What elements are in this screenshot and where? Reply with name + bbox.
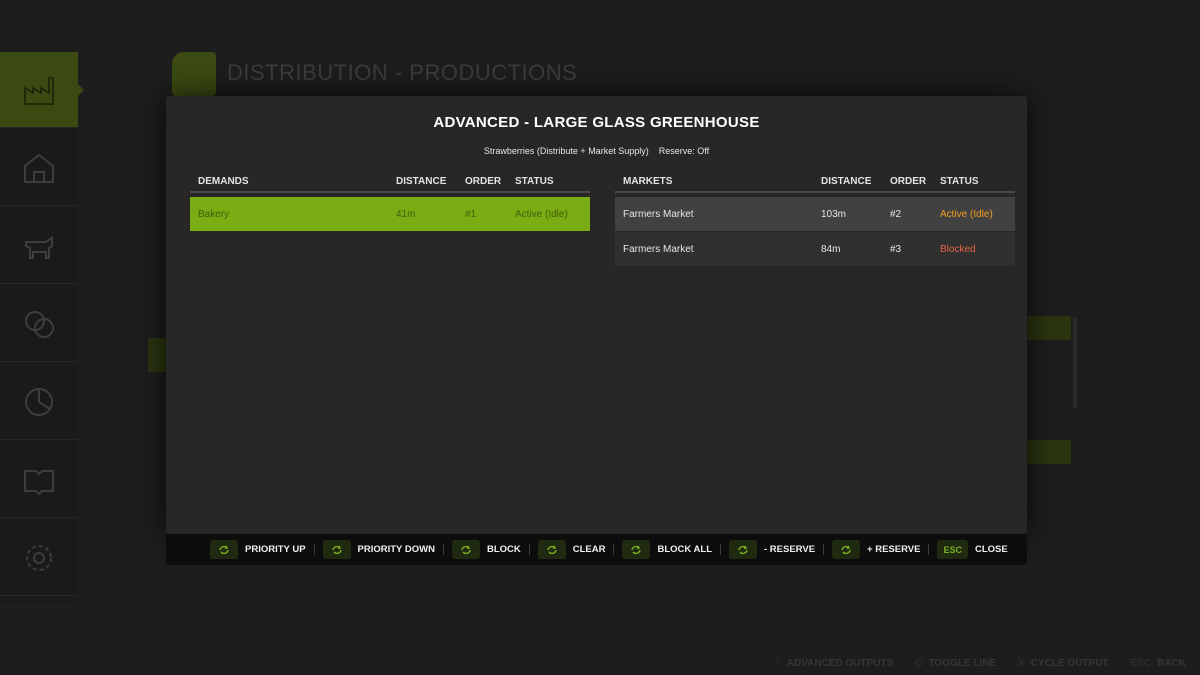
mouse-click-icon xyxy=(210,540,238,559)
book-help-icon xyxy=(24,469,54,495)
close-button[interactable]: ESC CLOSE xyxy=(937,534,1008,565)
sidebar-item-animals[interactable] xyxy=(0,208,78,284)
background-footer: ✓ ADVANCED OUTPUTS C TOGGLE LINE X CYCLE OU… xyxy=(772,658,1186,669)
column-header: MARKETS xyxy=(623,176,673,187)
factory-icon xyxy=(24,76,54,105)
block-all-button[interactable]: BLOCK ALL xyxy=(622,534,712,565)
gear-icon xyxy=(26,544,52,571)
divider xyxy=(823,544,825,555)
mouse-click-icon xyxy=(729,540,757,559)
divider xyxy=(442,544,444,555)
row-status: Blocked xyxy=(940,244,976,255)
row-order: #2 xyxy=(890,209,902,220)
dialog-subtitle: Strawberries (Distribute + Market Supply… xyxy=(166,146,1027,156)
markets-table: MARKETS DISTANCE ORDER STATUS Farmers Ma… xyxy=(615,176,1015,266)
plus-reserve-button[interactable]: + RESERVE xyxy=(832,534,920,565)
sidebar xyxy=(0,52,84,602)
row-distance: 84m xyxy=(821,244,841,255)
row-status: Active (Idle) xyxy=(940,209,993,220)
cow-icon xyxy=(25,235,53,259)
mouse-click-icon xyxy=(322,540,351,559)
table-header: MARKETS DISTANCE ORDER STATUS xyxy=(615,176,1015,193)
divider xyxy=(720,544,721,555)
reserve-info: Reserve: Off xyxy=(658,146,710,156)
sidebar-item-production[interactable] xyxy=(0,52,84,128)
column-header: ORDER xyxy=(465,176,502,187)
row-distance: 103m xyxy=(821,209,847,220)
action-bar: PRIORITY UP PRIORITY DOWN BLOCK CLEAR BL… xyxy=(166,534,1027,565)
sidebar-item-statistics[interactable] xyxy=(0,364,78,440)
column-header: DISTANCE xyxy=(396,176,447,187)
row-order: #1 xyxy=(465,209,477,220)
clear-button[interactable]: CLEAR xyxy=(537,534,605,565)
column-header: DISTANCE xyxy=(821,176,872,187)
row-distance: 41m xyxy=(396,209,416,220)
mouse-click-icon xyxy=(622,540,651,559)
row-name: Farmers Market xyxy=(623,209,694,220)
page-title-icon xyxy=(172,52,216,96)
dialog-title: ADVANCED - LARGE GLASS GREENHOUSE xyxy=(433,114,760,131)
table-row[interactable]: Farmers Market 84m #3 Blocked xyxy=(615,232,1015,266)
background-selected-row xyxy=(148,338,168,372)
sidebar-item-settings[interactable] xyxy=(0,520,78,596)
minus-reserve-button[interactable]: - RESERVE xyxy=(729,534,815,565)
mouse-click-icon xyxy=(451,540,480,559)
row-name: Farmers Market xyxy=(623,244,694,255)
barn-icon xyxy=(24,153,54,183)
column-header: ORDER xyxy=(890,176,927,187)
product-info: Strawberries (Distribute + Market Supply… xyxy=(483,146,649,156)
sidebar-item-help[interactable] xyxy=(0,442,78,518)
pie-chart-icon xyxy=(25,387,53,416)
background-scrollbar xyxy=(1073,318,1077,408)
divider xyxy=(313,544,315,555)
sidebar-item-finances[interactable] xyxy=(0,286,78,362)
advanced-dialog: ADVANCED - LARGE GLASS GREENHOUSE Strawb… xyxy=(166,96,1027,534)
table-row[interactable]: Farmers Market 103m #2 Active (Idle) xyxy=(615,197,1015,231)
block-button[interactable]: BLOCK xyxy=(451,534,521,565)
mouse-click-icon xyxy=(537,540,566,559)
sidebar-item-farm[interactable] xyxy=(0,130,78,206)
footer-action[interactable]: ✓ ADVANCED OUTPUTS xyxy=(772,658,893,669)
footer-action[interactable]: ESC BACK xyxy=(1131,658,1186,669)
column-header: STATUS xyxy=(515,176,554,187)
priority-down-button[interactable]: PRIORITY DOWN xyxy=(322,534,435,565)
row-status: Active (Idle) xyxy=(515,209,568,220)
background-selected-row-right xyxy=(1027,316,1071,340)
footer-action[interactable]: X CYCLE OUTPUT xyxy=(1018,658,1108,669)
divider xyxy=(528,544,530,555)
row-order: #3 xyxy=(890,244,902,255)
column-header: STATUS xyxy=(940,176,979,187)
table-row[interactable]: Bakery 41m #1 Active (Idle) xyxy=(190,197,590,231)
divider xyxy=(928,544,930,555)
esc-key: ESC xyxy=(937,540,968,559)
row-name: Bakery xyxy=(198,209,230,220)
divider xyxy=(613,544,615,555)
demands-table: DEMANDS DISTANCE ORDER STATUS Bakery 41m… xyxy=(190,176,590,231)
background-button xyxy=(1027,440,1071,464)
footer-action[interactable]: C TOGGLE LINE xyxy=(915,658,996,669)
priority-up-button[interactable]: PRIORITY UP xyxy=(210,534,306,565)
page-title: DISTRIBUTION - PRODUCTIONS xyxy=(227,60,578,85)
table-header: DEMANDS DISTANCE ORDER STATUS xyxy=(190,176,590,193)
coins-icon xyxy=(25,310,54,338)
mouse-click-icon xyxy=(832,540,861,559)
column-header: DEMANDS xyxy=(198,176,249,187)
